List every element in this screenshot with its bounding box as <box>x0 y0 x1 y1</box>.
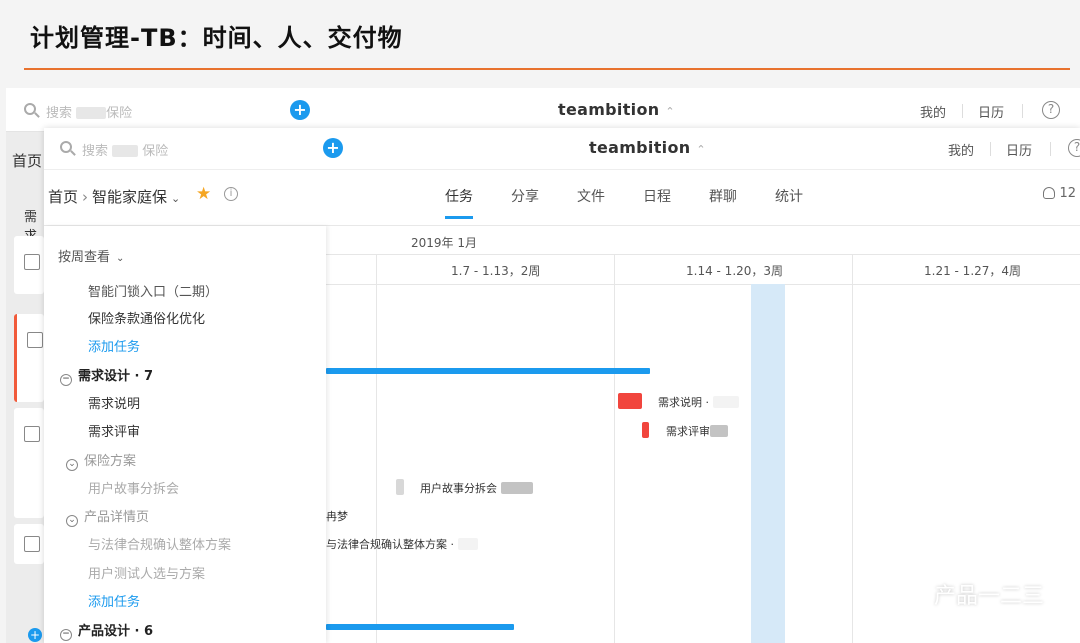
tab-groupchat[interactable]: 群聊 <box>709 186 737 206</box>
title-divider <box>24 68 1070 70</box>
collapse-icon: ⌄ <box>66 459 78 471</box>
collapse-icon: − <box>60 374 72 386</box>
search-icon <box>60 141 72 153</box>
task-item[interactable]: 与法律合规确认整体方案 <box>88 534 231 553</box>
help-icon[interactable]: ? <box>1042 101 1060 119</box>
tab-stats[interactable]: 统计 <box>775 186 803 206</box>
front-brand-switcher[interactable]: teambition ⌃ <box>589 138 706 157</box>
back-sidebar: 首页 需求 + <box>6 132 44 643</box>
watermark: 产品一二三 <box>899 578 1044 610</box>
search-icon <box>24 103 36 115</box>
project-header: 首页 › 智能家庭保 ⌄ ★ i 任务 分享 文件 日程 群聊 统计 12 <box>44 170 1080 226</box>
active-tab-indicator <box>445 216 473 219</box>
nav-calendar[interactable]: 日历 <box>978 102 1004 121</box>
person-icon <box>1043 187 1056 199</box>
nav-calendar[interactable]: 日历 <box>1006 140 1032 159</box>
front-search-input[interactable]: 搜索 保险 <box>82 140 168 159</box>
task-bar-label: 需求评审 <box>666 423 728 439</box>
task-item[interactable]: 保险条款通俗化优化 <box>88 308 205 327</box>
chevron-down-icon: ⌄ <box>116 253 125 264</box>
back-task-card[interactable] <box>14 314 44 402</box>
task-bar-label: 需求说明 · <box>658 394 739 410</box>
tab-share[interactable]: 分享 <box>511 186 539 206</box>
task-item[interactable]: 需求评审 <box>88 421 140 440</box>
task-item[interactable]: 需求说明 <box>88 393 140 412</box>
wechat-icon <box>899 585 928 607</box>
task-bar[interactable] <box>642 422 649 438</box>
breadcrumb: 首页 › 智能家庭保 ⌄ <box>48 188 181 206</box>
add-icon[interactable]: + <box>323 138 343 158</box>
collapse-icon: ⌄ <box>66 515 78 527</box>
collapse-icon: − <box>60 629 72 641</box>
tab-schedule[interactable]: 日程 <box>643 186 671 206</box>
checkbox[interactable] <box>27 332 43 348</box>
task-subgroup[interactable]: ⌄ 产品详情页 <box>66 506 149 527</box>
back-home-link[interactable]: 首页 <box>12 150 42 171</box>
tab-tasks[interactable]: 任务 <box>445 186 473 206</box>
week-header: 1.21 - 1.27，4周 <box>924 264 1022 278</box>
back-task-card[interactable] <box>14 408 44 518</box>
checkbox[interactable] <box>24 254 40 270</box>
task-bar-label: 用户故事分拆会 <box>420 480 533 496</box>
back-task-card[interactable] <box>14 524 44 564</box>
task-bar-label: 与法律合规确认整体方案 · <box>326 536 478 552</box>
add-task-icon[interactable]: + <box>28 628 42 642</box>
slide-title: 计划管理-TB：时间、人、交付物 <box>30 24 403 52</box>
task-bar[interactable] <box>396 479 404 495</box>
checkbox[interactable] <box>24 536 40 552</box>
task-group-header[interactable]: − 需求设计 · 7 <box>60 365 153 386</box>
task-item[interactable]: 智能门锁入口（二期） <box>88 281 218 300</box>
checkbox[interactable] <box>24 426 40 442</box>
month-label: 2019年 1月 <box>411 236 477 250</box>
breadcrumb-project[interactable]: 智能家庭保 <box>92 188 167 206</box>
view-mode-dropdown[interactable]: 按周查看 ⌄ <box>58 246 124 265</box>
add-task-link[interactable]: 添加任务 <box>88 336 140 355</box>
task-assignee: 冉梦 <box>326 510 348 523</box>
nav-mine[interactable]: 我的 <box>920 102 946 121</box>
back-search-input[interactable]: 搜索 保险 <box>46 102 132 121</box>
front-topbar: 搜索 保险 + teambition ⌃ 我的 日历 ? <box>44 128 1080 170</box>
task-group-header[interactable]: − 产品设计 · 6 <box>60 620 153 641</box>
task-bar[interactable] <box>618 393 642 409</box>
week-header: 1.7 - 1.13，2周 <box>451 264 541 278</box>
today-column <box>751 284 785 643</box>
info-icon[interactable]: i <box>224 187 238 201</box>
task-list-panel: 按周查看 ⌄ 智能门锁入口（二期） 保险条款通俗化优化 添加任务 − 需求设计 · … <box>44 226 326 643</box>
help-icon[interactable]: ? <box>1068 139 1080 157</box>
week-header: 1.14 - 1.20，3周 <box>686 264 784 278</box>
task-item[interactable]: 用户测试人选与方案 <box>88 563 205 582</box>
chevron-down-icon[interactable]: ⌄ <box>171 192 180 205</box>
tab-files[interactable]: 文件 <box>577 186 605 206</box>
back-brand-switcher[interactable]: teambition ⌃ <box>558 100 675 119</box>
group-bar[interactable] <box>326 624 514 630</box>
breadcrumb-home[interactable]: 首页 <box>48 188 78 206</box>
front-screenshot: 搜索 保险 + teambition ⌃ 我的 日历 ? 首页 › 智能家庭保 ⌄ ★ … <box>44 128 1080 643</box>
add-task-link[interactable]: 添加任务 <box>88 591 140 610</box>
back-topbar: 搜索 保险 + teambition ⌃ 我的 日历 ? <box>6 88 1080 132</box>
add-icon[interactable]: + <box>290 100 310 120</box>
task-item[interactable]: 用户故事分拆会 <box>88 478 179 497</box>
members-button[interactable]: 12 <box>1043 186 1076 201</box>
back-task-card[interactable] <box>14 236 44 294</box>
group-bar[interactable] <box>326 368 650 374</box>
task-subgroup[interactable]: ⌄ 保险方案 <box>66 450 136 471</box>
star-icon[interactable]: ★ <box>196 184 211 204</box>
nav-mine[interactable]: 我的 <box>948 140 974 159</box>
